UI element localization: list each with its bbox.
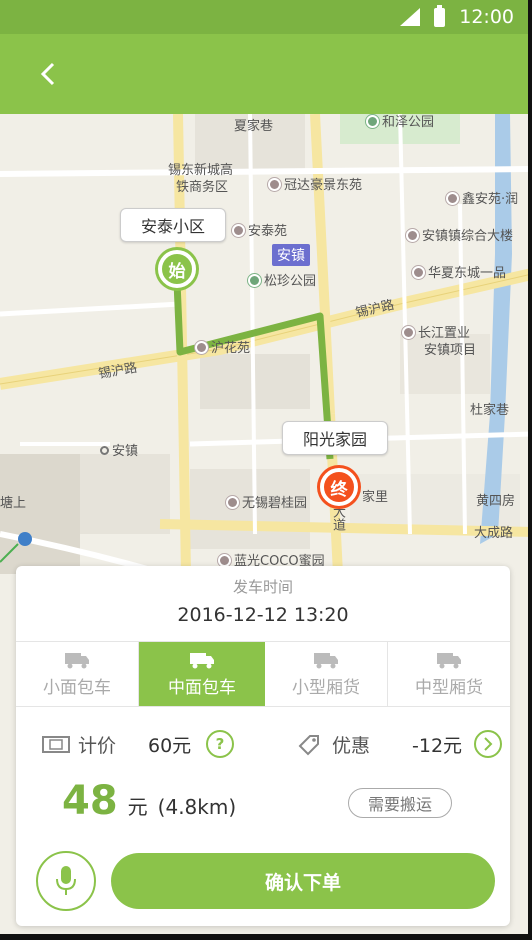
truck-icon [65,652,89,668]
poi-icon [226,496,239,509]
map-label: 安镇镇综合大楼 [406,225,513,244]
map-label-text: 无锡碧桂园 [242,496,308,511]
pricing-value: 60元 [148,734,192,757]
map-label: 冠达豪景东苑 [268,174,362,193]
end-pin[interactable]: 终 [320,468,358,506]
map-label-text: 松珍公园 [264,274,317,289]
vehicle-tab-label: 小型厢货 [292,677,360,698]
discount-arrow-item [474,726,502,762]
map-label: 华夏东城一品 [412,262,506,281]
total-row: 48 元 (4.8km) [62,778,236,824]
discount-detail-button[interactable] [474,730,502,758]
signal-icon [400,8,421,26]
microphone-icon [56,866,76,895]
map-label-text: 安镇镇综合大楼 [422,229,514,244]
poi-icon [412,266,425,279]
metro-station-badge: 安镇 [272,244,310,266]
map-label: 沪花苑 [195,337,250,356]
vehicle-tab-medium-box-truck[interactable]: 中型厢货 [388,642,510,706]
map-label-text: 安镇 [112,444,139,459]
poi-icon [195,341,208,354]
map-label: 和泽公园 [366,111,434,130]
depart-time-picker[interactable]: 2016-12-12 13:20 [16,604,510,626]
vehicle-tab-medium-van[interactable]: 中面包车 [139,642,265,706]
map-label: 塘上 [0,496,27,511]
map-label: 安泰苑 [232,220,287,239]
map-label: 无锡碧桂园 [226,492,307,511]
truck-icon [314,652,338,668]
discount-value: -12元 [412,734,463,757]
vehicle-tab-label: 小面包车 [43,677,111,698]
map-label: 黄四房 [476,494,516,509]
total-amount: 48 [62,778,118,824]
cash-icon [42,736,70,753]
map-label: 松珍公园 [248,270,316,289]
pricing-info-button[interactable]: ? [206,730,234,758]
start-pin[interactable]: 始 [158,250,196,288]
status-time: 12:00 [459,6,514,28]
coupon-icon [298,735,319,756]
pricing-item: 计价 [42,726,116,762]
poi-icon [366,115,379,128]
road-label: 大成路 [474,526,514,541]
start-location-callout[interactable]: 安泰小区 [120,208,227,242]
map-label: 鑫安苑·润 [446,188,518,207]
battery-icon [434,4,446,27]
chevron-right-icon [484,737,493,751]
truck-icon [437,652,461,668]
total-distance: (4.8km) [157,795,237,819]
order-card: 发车时间 2016-12-12 13:20 小面包车 中面包车 小型厢货 中型厢… [16,566,510,926]
vehicle-tab-small-van[interactable]: 小面包车 [16,642,139,706]
pricing-info-item: ? [206,726,234,762]
poi-icon [232,224,245,237]
map-label: 铁商务区 [176,180,229,195]
map-label: 安镇 [100,440,138,459]
map-label-text: 沪花苑 [211,341,251,356]
voice-input-button[interactable] [36,851,96,911]
toolbar [0,34,528,114]
bus-stop-icon [100,446,109,455]
map-label-text: 安泰苑 [248,224,288,239]
vehicle-type-tabs: 小面包车 中面包车 小型厢货 中型厢货 [16,641,510,707]
poi-icon [268,178,281,191]
vehicle-tab-label: 中型厢货 [415,677,483,698]
map-label-text: 和泽公园 [382,115,435,130]
confirm-order-button[interactable]: 确认下单 [111,853,495,909]
map-label-text: 鑫安苑·润 [462,192,519,207]
poi-icon [406,229,419,242]
poi-icon [402,326,415,339]
discount-item: 优惠 [296,726,370,762]
map-label: 家里 [362,490,389,505]
end-location-callout[interactable]: 阳光家园 [282,421,389,455]
discount-label: 优惠 [332,734,371,757]
vehicle-tab-label: 中面包车 [168,677,236,698]
chevron-left-icon [40,62,55,86]
map-label: 杜家巷 [470,403,510,418]
map-label: 夏家巷 [234,119,274,134]
map-label-text: 冠达豪景东苑 [284,178,363,193]
status-bar: 12:00 [0,0,528,34]
poi-icon [446,192,459,205]
vehicle-tab-small-box-truck[interactable]: 小型厢货 [265,642,388,706]
poi-icon [248,274,261,287]
map-label: 安镇项目 [424,343,477,358]
pricing-label: 计价 [78,734,117,757]
truck-icon [190,652,214,668]
app-screen: 12:00 夏家巷 和泽公园 锡东新城高 铁商务区 冠达豪景东苑 鑫安苑·润 安… [0,0,532,940]
need-carry-button[interactable]: 需要搬运 [348,788,452,818]
total-unit: 元 [127,795,148,819]
depart-time-label: 发车时间 [232,578,293,596]
price-row: 计价 60元 ? 优惠 -12元 [16,726,510,762]
map-label-text: 华夏东城一品 [428,266,507,281]
back-button[interactable] [30,56,66,92]
